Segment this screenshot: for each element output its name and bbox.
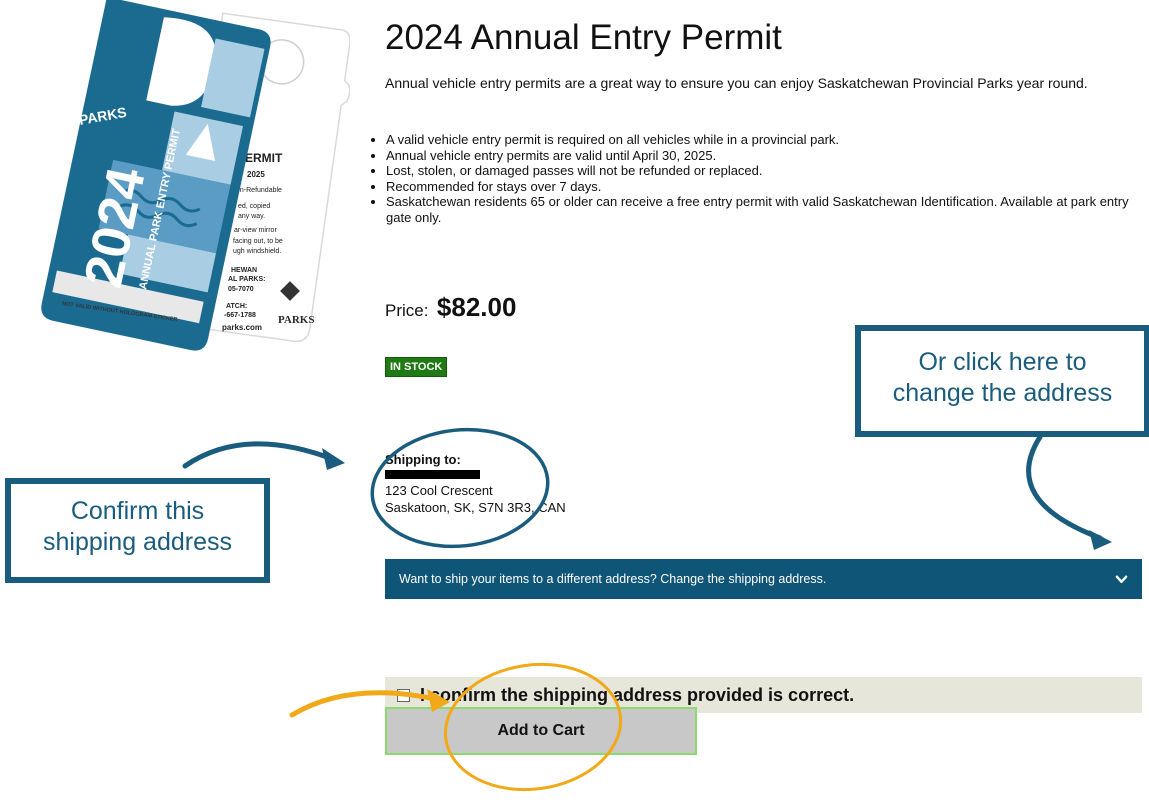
permit-back-line: HEWAN	[231, 267, 257, 274]
address-line-2: Saskatoon, SK, S7N 3R3, CAN	[385, 500, 566, 515]
permit-brand-small: PARKS	[278, 314, 314, 326]
permit-back-line: ed, copied	[238, 203, 270, 210]
product-details-list: A valid vehicle entry permit is required…	[370, 132, 1149, 225]
list-item: Annual vehicle entry permits are valid u…	[386, 148, 1149, 164]
permit-back-line: facing out, to be	[233, 238, 283, 245]
permit-image: L PERMIT 2025 on-Refundable ed, copied a…	[41, 0, 350, 351]
address-line-1: 123 Cool Crescent	[385, 483, 493, 498]
permit-back-line: parks.com	[222, 323, 262, 332]
permit-back-line: -667-1788	[224, 312, 256, 319]
arrow-head-icon	[1089, 530, 1112, 550]
list-item: Saskatchewan residents 65 or older can r…	[386, 194, 1149, 225]
callout-text: Or click here to	[918, 348, 1087, 376]
permit-back-line: any way.	[238, 213, 265, 220]
permit-back-line: ATCH:	[226, 303, 247, 310]
shipping-address: Shipping to: 123 Cool Crescent Saskatoon…	[385, 451, 566, 516]
arrow-icon	[182, 441, 338, 469]
callout-text: Confirm this	[70, 497, 205, 525]
permit-back-line: on-Refundable	[236, 187, 282, 194]
confirm-checkbox[interactable]	[397, 688, 410, 702]
chevron-down-icon[interactable]	[1115, 573, 1128, 586]
callout-text: shipping address	[42, 528, 232, 556]
permit-back-line: 2025	[247, 170, 265, 179]
permit-back-line: 05-7070	[228, 286, 254, 293]
permit-back-line: ar-view mirror	[234, 227, 277, 234]
list-item: Lost, stolen, or damaged passes will not…	[386, 163, 1149, 179]
price-label: Price:	[385, 301, 429, 320]
permit-back-line: ugh windshield.	[233, 248, 281, 255]
arrow-icon	[1026, 434, 1103, 541]
add-to-cart-button[interactable]: Add to Cart	[385, 707, 697, 755]
arrow-head-icon	[322, 448, 345, 470]
change-address-accordion[interactable]: Want to ship your items to a different a…	[385, 559, 1142, 599]
shipping-heading: Shipping to:	[385, 452, 461, 467]
change-address-label: Want to ship your items to a different a…	[399, 572, 827, 586]
page-title: 2024 Annual Entry Permit	[385, 18, 782, 57]
redacted-name	[385, 470, 480, 479]
permit-back-line: AL PARKS:	[228, 276, 265, 283]
list-item: A valid vehicle entry permit is required…	[386, 132, 1149, 148]
list-item: Recommended for stays over 7 days.	[386, 179, 1149, 195]
callout-text: change the address	[892, 379, 1113, 407]
price-value: $82.00	[436, 292, 517, 322]
stock-badge: IN STOCK	[385, 357, 448, 377]
product-description: Annual vehicle entry permits are a great…	[385, 75, 1088, 91]
confirm-label: I confirm the shipping address provided …	[420, 684, 855, 705]
callout-confirm-address: Confirm this shipping address	[5, 478, 270, 583]
callout-change-address: Or click here to change the address	[855, 325, 1149, 437]
price: Price: $82.00	[385, 292, 516, 323]
